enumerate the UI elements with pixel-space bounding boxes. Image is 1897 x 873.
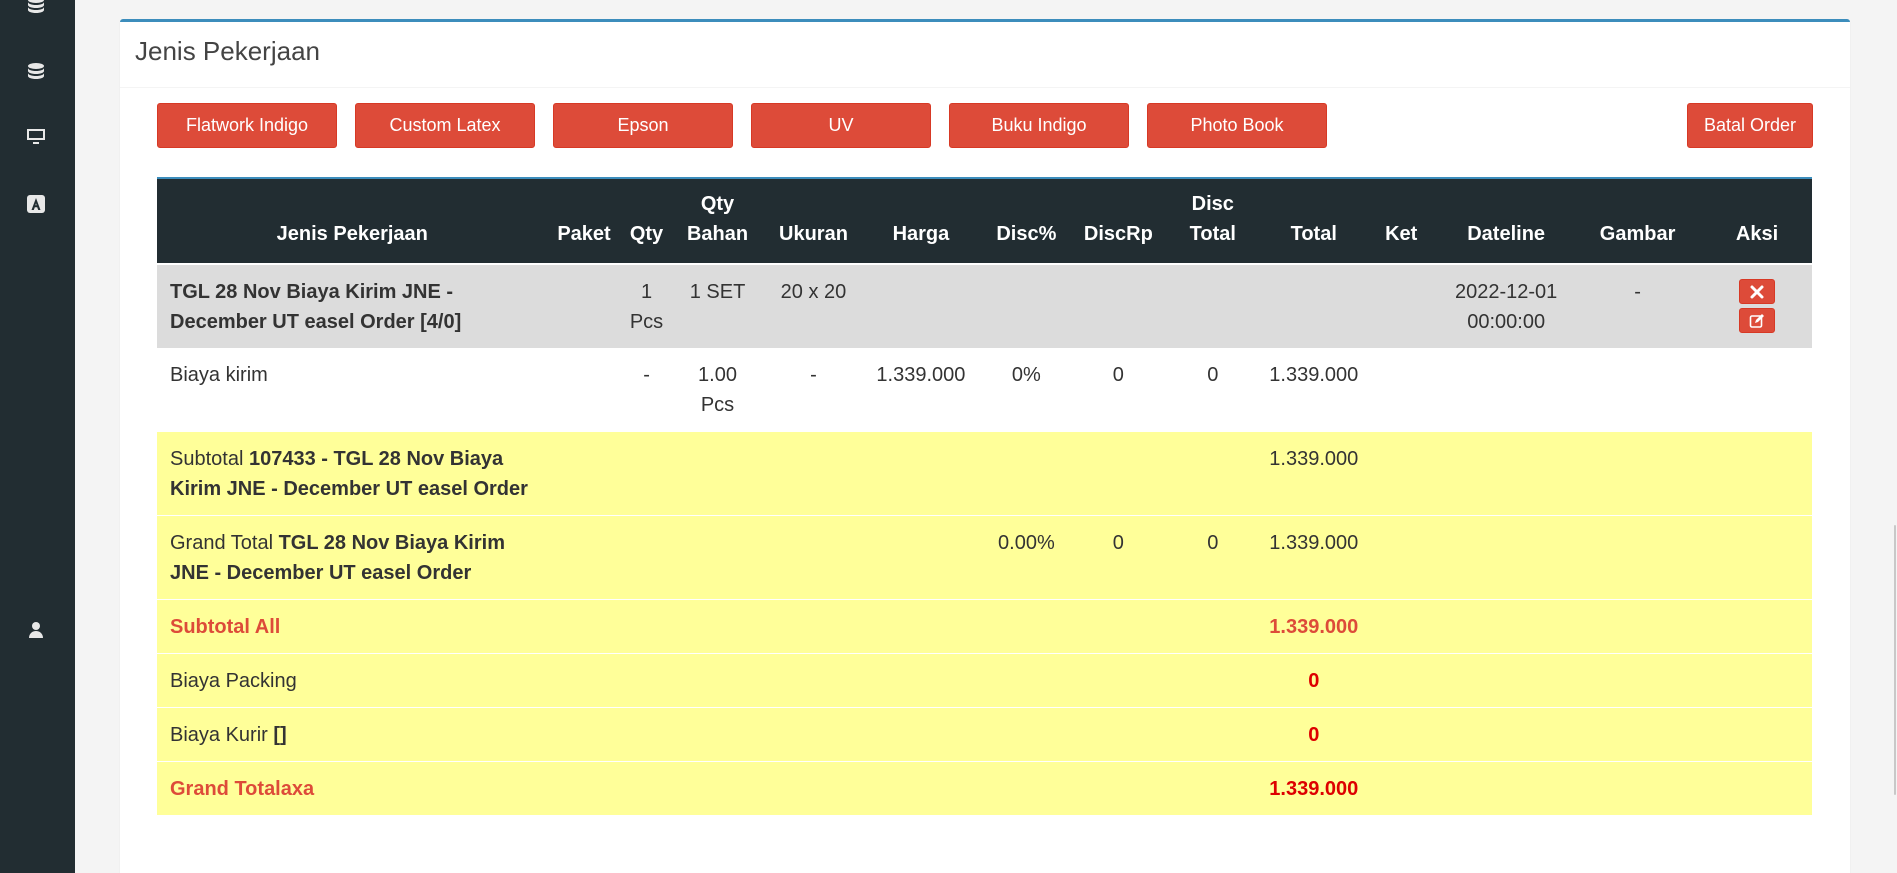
table-row-biaya-kurir: Biaya Kurir [] 0 [157, 707, 1812, 762]
close-icon [1750, 285, 1764, 298]
flatwork-indigo-button[interactable]: Flatwork Indigo [157, 103, 337, 148]
uv-button[interactable]: UV [751, 103, 931, 148]
table-header-row: Jenis Pekerjaan Paket Qty Qty Bahan Ukura… [157, 178, 1812, 264]
desktop-icon[interactable] [24, 124, 48, 148]
item-disc-total: 0 [1161, 348, 1265, 432]
header-paket: Paket [547, 178, 621, 264]
biaya-kurir-label: Biaya Kurir [170, 724, 268, 746]
biaya-kurir-cell: Biaya Kurir [] [157, 707, 548, 762]
scrollbar[interactable] [1893, 0, 1897, 873]
header-disc-percent: Disc% [977, 178, 1076, 264]
header-ket: Ket [1363, 178, 1440, 264]
group-ukuran: 20 x 20 [762, 264, 865, 348]
grand-total-total: 1.339.000 [1264, 515, 1364, 600]
panel-header: Jenis Pekerjaan [120, 22, 1850, 88]
group-qty: 1 Pcs [620, 264, 673, 348]
subtotal-all-label: Subtotal All [157, 599, 548, 654]
grand-totalaxa-label: Grand Totalaxa [157, 761, 548, 815]
subtotal-total: 1.339.000 [1264, 431, 1364, 516]
grand-total-disc-total: 0 [1161, 515, 1265, 600]
biaya-packing-total: 0 [1264, 653, 1364, 708]
header-qty-bahan-line2: Bahan [686, 223, 749, 245]
header-gambar: Gambar [1573, 178, 1703, 264]
grand-total-disc-percent: 0.00% [977, 515, 1076, 600]
delete-button[interactable] [1739, 279, 1776, 304]
header-qty-bahan: Qty Bahan [672, 178, 763, 264]
panel-title: Jenis Pekerjaan [135, 36, 320, 66]
table-row-group: TGL 28 Nov Biaya Kirim JNE - December UT… [157, 264, 1812, 348]
header-disc-rp: DiscRp [1075, 178, 1162, 264]
table-row-biaya-packing: Biaya Packing 0 [157, 653, 1812, 708]
item-harga: 1.339.000 [864, 348, 978, 432]
custom-latex-button[interactable]: Custom Latex [355, 103, 535, 148]
table-row-subtotal: Subtotal 107433 - TGL 28 Nov Biaya Kirim… [157, 431, 1812, 516]
group-dateline: 2022-12-01 00:00:00 [1439, 264, 1574, 348]
group-title: TGL 28 Nov Biaya Kirim JNE - December UT… [157, 264, 548, 348]
edit-button[interactable] [1739, 308, 1776, 333]
grand-total-label: Grand Total [170, 532, 274, 554]
header-disc-total-line2: Total [1189, 223, 1236, 245]
group-dateline-time: 00:00:00 [1467, 311, 1546, 333]
header-dateline: Dateline [1439, 178, 1574, 264]
sidebar [0, 0, 75, 873]
photo-book-button[interactable]: Photo Book [1147, 103, 1327, 148]
item-qty-bahan-unit: Pcs [700, 394, 735, 416]
biaya-kurir-total: 0 [1264, 707, 1364, 762]
header-ukuran: Ukuran [762, 178, 865, 264]
jenis-pekerjaan-panel: Jenis Pekerjaan Flatwork Indigo Custom L… [120, 19, 1850, 873]
table-row-subtotal-all: Subtotal All 1.339.000 [157, 599, 1812, 654]
header-disc-total-line1: Disc [1191, 193, 1234, 215]
table-row-grand-totalaxa: Grand Totalaxa 1.339.000 [157, 761, 1812, 815]
group-qty-bahan: 1 SET [672, 264, 763, 348]
database-icon[interactable] [24, 60, 48, 84]
group-qty-value: 1 [640, 281, 653, 303]
subtotal-all-total: 1.339.000 [1264, 599, 1364, 654]
epson-button[interactable]: Epson [553, 103, 733, 148]
font-icon[interactable] [24, 192, 48, 216]
database-icon[interactable] [24, 0, 48, 18]
subtotal-label: Subtotal [170, 448, 244, 470]
item-disc-rp: 0 [1075, 348, 1162, 432]
table-row-grand-total: Grand Total TGL 28 Nov Biaya Kirim JNE -… [157, 515, 1812, 600]
item-qty: - [620, 348, 673, 432]
header-total: Total [1264, 178, 1364, 264]
item-qty-bahan-value: 1.00 [698, 364, 737, 386]
biaya-kurir-suffix: [] [273, 724, 287, 746]
item-name: Biaya kirim [157, 348, 548, 432]
order-table: Jenis Pekerjaan Paket Qty Qty Bahan Ukura… [157, 177, 1812, 815]
header-qty: Qty [620, 178, 673, 264]
group-aksi [1702, 264, 1812, 348]
item-qty-bahan: 1.00 Pcs [672, 348, 763, 432]
item-disc-percent: 0% [977, 348, 1076, 432]
buku-indigo-button[interactable]: Buku Indigo [949, 103, 1129, 148]
biaya-packing-label: Biaya Packing [157, 653, 548, 708]
user-icon[interactable] [24, 618, 48, 642]
header-jenis-pekerjaan: Jenis Pekerjaan [157, 178, 548, 264]
header-disc-total: Disc Total [1161, 178, 1265, 264]
grand-total-cell: Grand Total TGL 28 Nov Biaya Kirim JNE -… [157, 515, 548, 600]
item-ukuran: - [762, 348, 865, 432]
table-row-item: Biaya kirim - 1.00 Pcs - 1.339.000 0% 0 0… [157, 348, 1812, 432]
grand-total-disc-rp: 0 [1075, 515, 1162, 600]
item-total: 1.339.000 [1264, 348, 1364, 432]
group-gambar: - [1573, 264, 1703, 348]
header-qty-bahan-line1: Qty [700, 193, 735, 215]
subtotal-cell: Subtotal 107433 - TGL 28 Nov Biaya Kirim… [157, 431, 548, 516]
header-aksi: Aksi [1702, 178, 1812, 264]
edit-icon [1749, 313, 1765, 328]
group-dateline-date: 2022-12-01 [1454, 281, 1558, 303]
group-qty-unit: Pcs [629, 311, 664, 333]
header-harga: Harga [864, 178, 978, 264]
scrollbar-thumb[interactable] [1894, 525, 1896, 795]
batal-order-button[interactable]: Batal Order [1687, 103, 1813, 148]
group-paket [547, 264, 621, 348]
grand-totalaxa-total: 1.339.000 [1264, 761, 1364, 815]
